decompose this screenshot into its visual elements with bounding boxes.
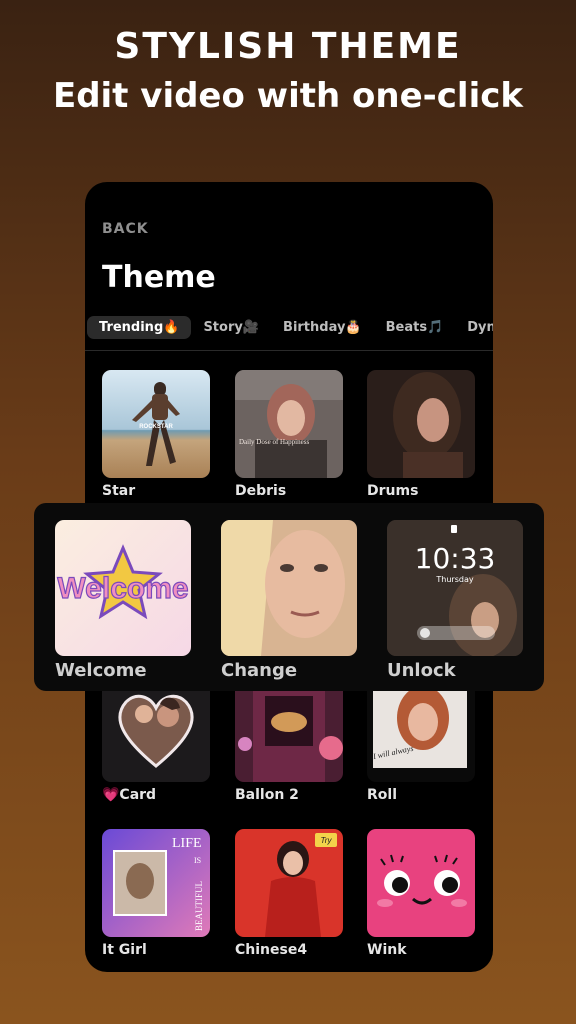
theme-card-roll[interactable]: I will always Roll	[367, 674, 475, 803]
theme-label: Drums	[367, 483, 419, 499]
theme-card-star[interactable]: ROCKSTAR Star	[102, 370, 210, 499]
back-button[interactable]: BACK	[102, 221, 149, 237]
theme-label: Ballon 2	[235, 787, 299, 803]
category-tabs: Trending🔥 Story🎥 Birthday🎂 Beats🎵 Dyna	[87, 313, 493, 341]
theme-card-drums[interactable]: Drums	[367, 370, 475, 499]
featured-card-change[interactable]: Change	[221, 520, 357, 681]
chinese4-thumbnail: Try	[235, 829, 343, 937]
theme-label: Roll	[367, 787, 397, 803]
theme-card-card[interactable]: 💗Card	[102, 674, 210, 803]
page-title: Theme	[102, 260, 216, 295]
theme-label: Wink	[367, 942, 407, 958]
theme-card-ballon-2[interactable]: Ballon 2	[235, 674, 343, 803]
it-girl-beautiful-text: BEAUTIFUL	[194, 881, 204, 931]
theme-card-it-girl[interactable]: LIFE IS BEAUTIFUL It Girl	[102, 829, 210, 958]
theme-label: It Girl	[102, 942, 147, 958]
wink-thumbnail	[367, 829, 475, 937]
theme-card-debris[interactable]: Daily Dose of Happiness Debris	[235, 370, 343, 499]
theme-label: Debris	[235, 483, 287, 499]
debris-thumbnail: Daily Dose of Happiness	[235, 370, 343, 478]
tab-story[interactable]: Story🎥	[191, 316, 271, 339]
tabs-divider	[85, 350, 493, 351]
featured-label: Unlock	[387, 660, 456, 681]
tab-trending[interactable]: Trending🔥	[87, 315, 192, 339]
featured-card-unlock[interactable]: 10:33 Thursday Unlock	[387, 520, 523, 681]
tab-birthday[interactable]: Birthday🎂	[271, 316, 374, 339]
drums-thumbnail	[367, 370, 475, 478]
theme-card-chinese4[interactable]: Try Chinese4	[235, 829, 343, 958]
unlock-thumbnail: 10:33 Thursday	[387, 520, 523, 656]
chinese-badge-text: Try	[321, 836, 333, 845]
change-thumbnail	[221, 520, 357, 656]
welcome-art-text: Welcome	[57, 572, 188, 605]
promo-subtitle: Edit video with one-click	[52, 76, 524, 116]
theme-label: Star	[102, 483, 136, 499]
star-thumbnail: ROCKSTAR	[102, 370, 210, 478]
featured-card-welcome[interactable]: Welcome Welcome	[55, 520, 191, 681]
debris-art-text: Daily Dose of Happiness	[239, 438, 309, 446]
featured-label: Change	[221, 660, 298, 681]
promo-title: STYLISH THEME	[114, 26, 462, 67]
it-girl-life-text: LIFE	[172, 836, 202, 851]
featured-themes: Welcome Welcome Change 10:33 Thursday Un…	[34, 503, 544, 691]
tab-dynamic[interactable]: Dyna	[455, 316, 493, 339]
lock-screen-day: Thursday	[436, 575, 474, 584]
welcome-thumbnail: Welcome	[55, 520, 191, 656]
theme-card-wink[interactable]: Wink	[367, 829, 475, 958]
theme-label: 💗Card	[102, 787, 157, 803]
theme-label: Chinese4	[235, 942, 308, 958]
star-art-text: ROCKSTAR	[139, 424, 173, 430]
tab-beats[interactable]: Beats🎵	[374, 316, 456, 339]
it-girl-thumbnail: LIFE IS BEAUTIFUL	[102, 829, 210, 937]
it-girl-is-text: IS	[194, 856, 201, 865]
featured-label: Welcome	[55, 660, 147, 681]
lock-screen-time: 10:33	[414, 542, 496, 575]
